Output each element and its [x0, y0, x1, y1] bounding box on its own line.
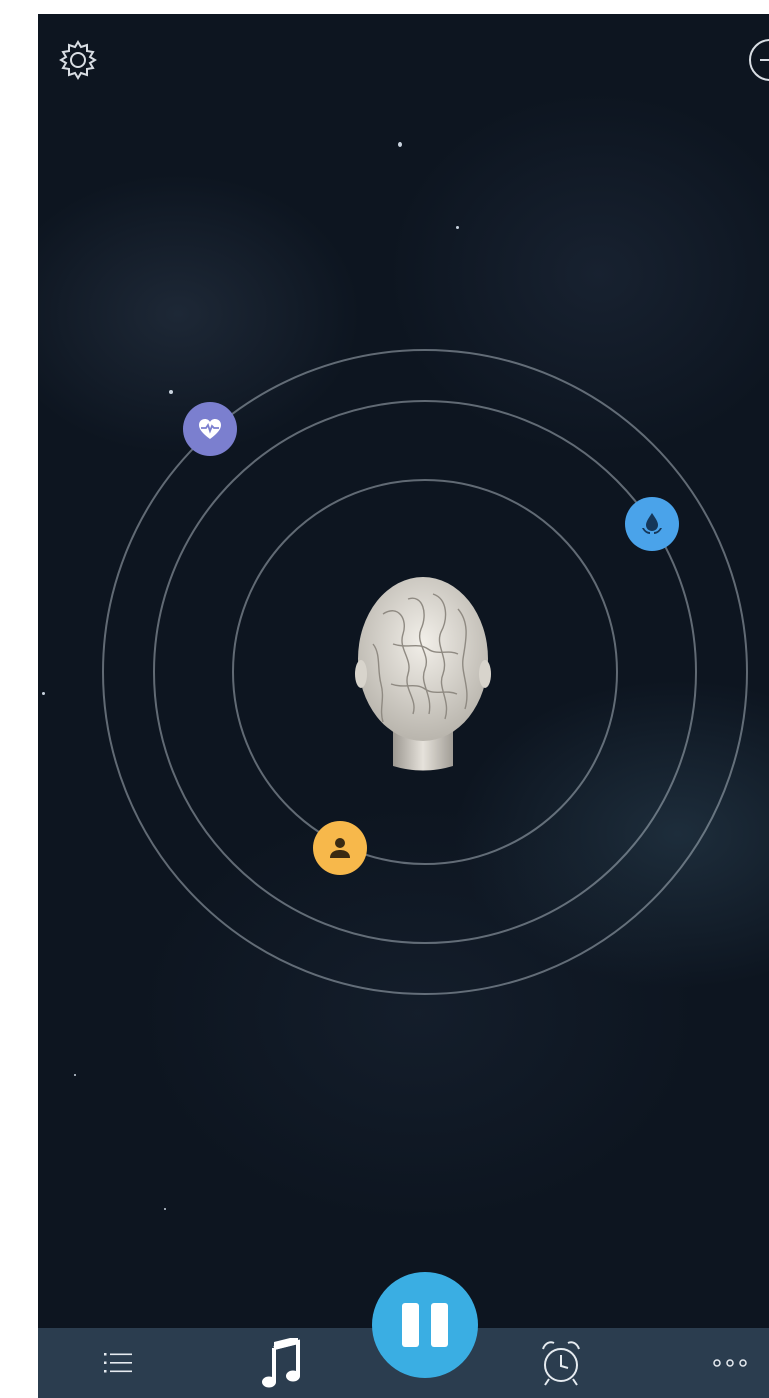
pause-button[interactable]: [372, 1272, 478, 1378]
music-note-icon: [262, 1338, 300, 1388]
pause-icon: [396, 1303, 454, 1347]
tab-music[interactable]: [252, 1328, 312, 1398]
tab-list[interactable]: [88, 1328, 148, 1398]
list-icon: [104, 1353, 132, 1373]
braided-head-icon: [353, 574, 493, 784]
water-drop-icon: [642, 513, 662, 534]
heart-rate-button[interactable]: [183, 402, 237, 456]
person-button[interactable]: [313, 821, 367, 875]
tab-more[interactable]: [706, 1328, 756, 1398]
person-icon: [330, 838, 350, 858]
alarm-clock-icon: [542, 1341, 580, 1386]
heart-rate-icon: [199, 419, 221, 439]
app-screen: [38, 14, 769, 1398]
more-dots-icon: [713, 1359, 747, 1367]
tab-alarm[interactable]: [528, 1328, 594, 1398]
water-drop-button[interactable]: [625, 497, 679, 551]
